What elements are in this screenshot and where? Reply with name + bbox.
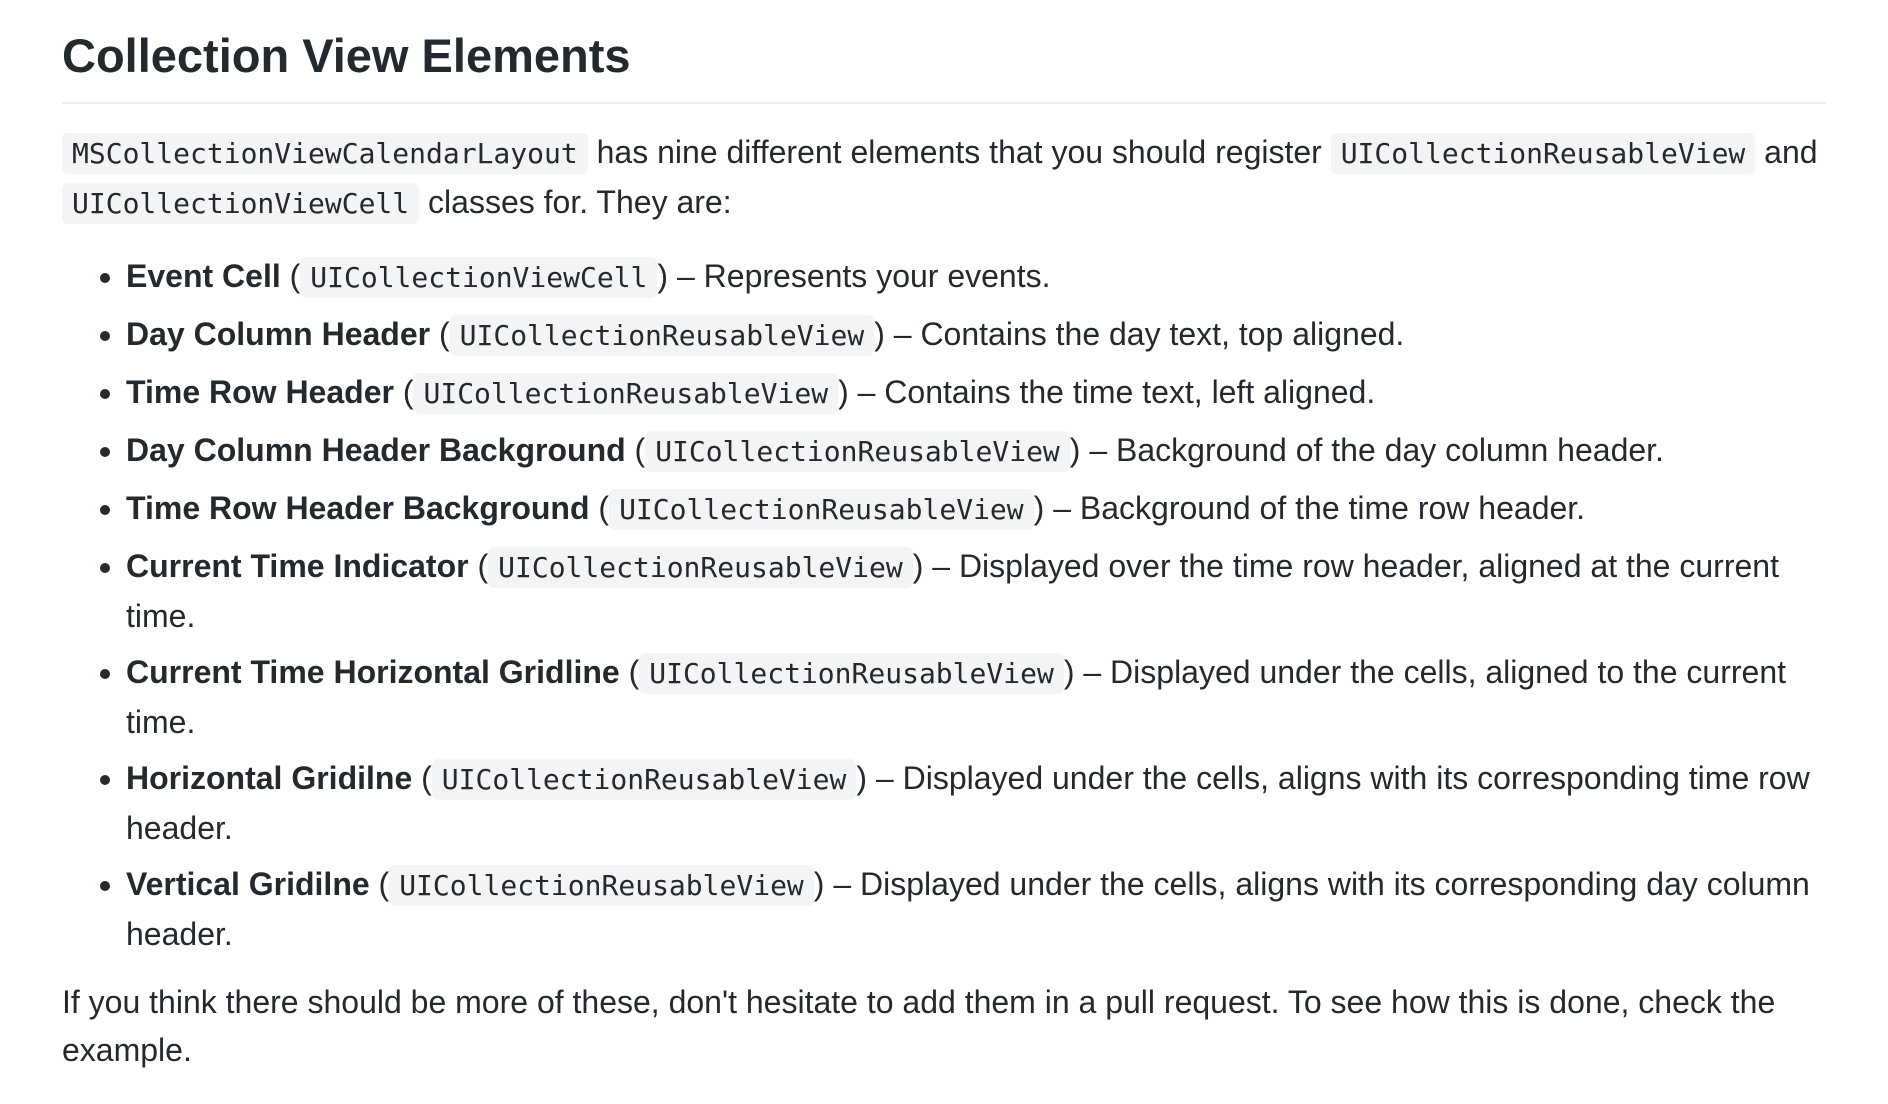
dash: – [848,374,885,410]
paren-open: ( [412,760,432,796]
element-name: Vertical Gridilne [126,866,370,902]
inline-code: UICollectionViewCell [300,257,658,298]
list-item: Vertical Gridilne (UICollectionReusableV… [126,860,1826,958]
element-description: Background of the time row header. [1079,490,1586,526]
element-description: Contains the time text, left aligned. [884,374,1376,410]
list-item: Day Column Header (UICollectionReusableV… [126,310,1826,360]
intro-paragraph: MSCollectionViewCalendarLayout has nine … [62,128,1826,228]
inline-code: UICollectionReusableView [645,431,1070,472]
paren-close: ) [813,866,825,902]
inline-code: UICollectionReusableView [431,759,857,800]
paren-open: ( [280,258,301,294]
list-item: Current Time Horizontal Gridline (UIColl… [126,648,1826,746]
paren-close: ) [856,760,868,796]
paren-open: ( [369,866,390,902]
element-description: Represents your events. [703,258,1051,294]
element-description: Contains the day text, top aligned. [920,316,1405,352]
dash: – [884,316,921,352]
intro-text: and [1755,134,1818,170]
paren-open: ( [468,548,489,584]
dash: – [923,548,959,584]
element-name: Day Column Header [126,316,431,352]
inline-code: UICollectionReusableView [1330,133,1756,174]
dash: – [824,866,861,902]
element-description: Background of the day column header. [1116,432,1664,468]
list-item: Time Row Header Background (UICollection… [126,484,1826,534]
paren-close: ) [912,548,924,584]
readme-section: Collection View Elements MSCollectionVie… [0,0,1888,1074]
paren-close: ) [838,374,849,410]
inline-code: UICollectionReusableView [389,865,814,906]
paren-open: ( [393,374,414,410]
paren-open: ( [619,654,640,690]
list-item: Day Column Header Background (UICollecti… [126,426,1826,476]
closing-paragraph: If you think there should be more of the… [62,984,1776,1068]
paren-close: ) [657,258,669,294]
element-name: Time Row Header Background [126,490,590,526]
paren-close: ) [1033,490,1045,526]
paren-close: ) [1063,654,1075,690]
element-name: Time Row Header [126,374,394,410]
element-name: Horizontal Gridilne [126,760,413,796]
dash: – [1074,654,1111,690]
paren-open: ( [430,316,450,352]
section-heading: Collection View Elements [62,24,1826,104]
paren-close: ) [1069,432,1081,468]
intro-text: has nine different elements that you sho… [587,134,1331,170]
dash: – [1080,432,1117,468]
element-name: Current Time Indicator [126,548,469,584]
dash: – [1044,490,1080,526]
inline-code: UICollectionReusableView [488,547,913,588]
paren-open: ( [589,490,610,526]
intro-text: classes for. They are: [419,184,732,220]
list-item: Current Time Indicator (UICollectionReus… [126,542,1826,640]
inline-code: UICollectionReusableView [449,315,875,356]
inline-code: UICollectionReusableView [609,489,1034,530]
element-name: Day Column Header Background [126,432,626,468]
paren-open: ( [625,432,646,468]
list-item: Time Row Header (UICollectionReusableVie… [126,368,1826,418]
elements-list: Event Cell (UICollectionViewCell) – Repr… [62,252,1826,958]
inline-code: MSCollectionViewCalendarLayout [62,133,588,174]
list-item: Event Cell (UICollectionViewCell) – Repr… [126,252,1826,302]
inline-code: UICollectionReusableView [639,653,1064,694]
inline-code: UICollectionReusableView [413,373,839,414]
dash: – [668,258,704,294]
dash: – [867,760,903,796]
element-name: Current Time Horizontal Gridline [126,654,620,690]
list-item: Horizontal Gridilne (UICollectionReusabl… [126,754,1826,852]
paren-close: ) [874,316,885,352]
inline-code: UICollectionViewCell [62,183,420,224]
element-name: Event Cell [126,258,281,294]
